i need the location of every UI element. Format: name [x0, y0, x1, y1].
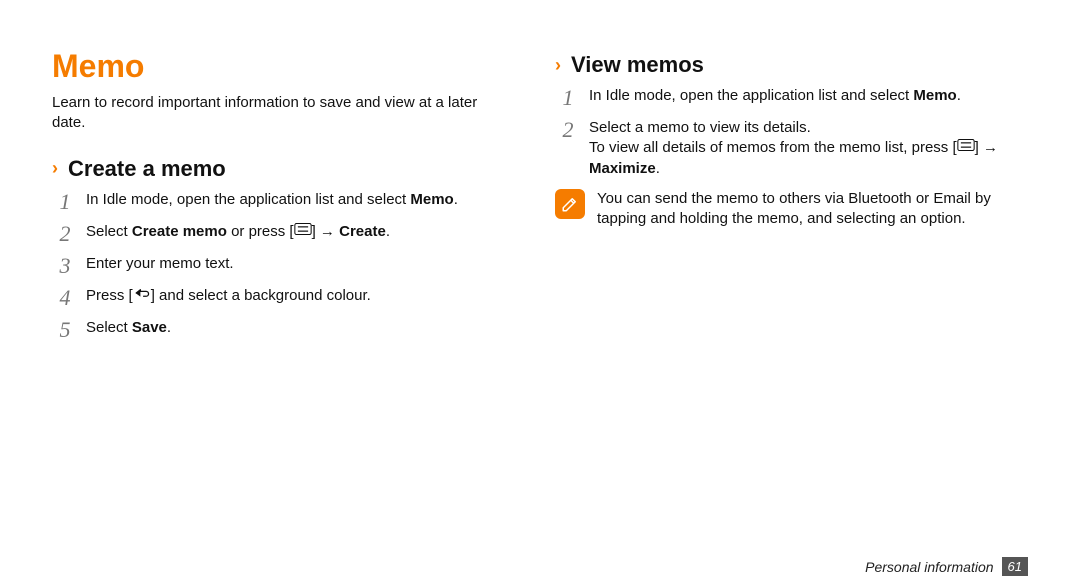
page: Memo Learn to record important informati…	[0, 0, 1080, 586]
note-text: You can send the memo to others via Blue…	[597, 189, 997, 230]
subheading-view: › View memos	[555, 52, 1028, 78]
step-number: 1	[56, 191, 74, 213]
step-body: In Idle mode, open the application list …	[589, 86, 961, 106]
step-text: ] →	[975, 139, 998, 156]
step-number: 5	[56, 319, 74, 341]
step-body: Select Save.	[86, 318, 171, 338]
step-text: .	[167, 319, 171, 336]
footer-page-number: 61	[1002, 557, 1028, 576]
step-text: Select	[86, 223, 132, 240]
step-3: 3 Enter your memo text.	[56, 254, 525, 276]
step-number: 2	[56, 223, 74, 245]
step-text: To view all details of memos from the me…	[589, 139, 957, 156]
subheading-label: View memos	[571, 52, 704, 78]
right-column: › View memos 1 In Idle mode, open the ap…	[555, 48, 1028, 586]
step-text: Select a memo to view its details.	[589, 119, 811, 136]
step-text: .	[957, 87, 961, 104]
step-body: Enter your memo text.	[86, 254, 234, 274]
step-body: Select Create memo or press [ ] → Create.	[86, 222, 390, 242]
step-text: .	[656, 160, 660, 177]
step-body: Select a memo to view its details. To vi…	[589, 118, 1009, 179]
left-column: Memo Learn to record important informati…	[52, 48, 525, 586]
step-text: In Idle mode, open the application list …	[86, 191, 410, 208]
step-5: 5 Select Save.	[56, 318, 525, 340]
step-bold: Save	[132, 319, 167, 336]
step-bold: Create memo	[132, 223, 227, 240]
subheading-create: › Create a memo	[52, 156, 525, 182]
step-bold: Maximize	[589, 160, 656, 177]
menu-icon	[957, 137, 975, 157]
step-text: .	[386, 223, 390, 240]
step-text: ] and select a background colour.	[151, 287, 371, 304]
main-title: Memo	[52, 48, 525, 85]
step-body: Press [ ] and select a background colour.	[86, 286, 371, 306]
step-4: 4 Press [ ] and select a background colou…	[56, 286, 525, 308]
step-text: Select	[86, 319, 132, 336]
footer-section: Personal information	[865, 559, 993, 575]
menu-icon	[294, 221, 312, 241]
step-text: or press [	[227, 223, 294, 240]
step-number: 2	[559, 119, 577, 141]
create-steps: 1 In Idle mode, open the application lis…	[52, 190, 525, 340]
note-icon	[555, 189, 585, 219]
step-body: In Idle mode, open the application list …	[86, 190, 458, 210]
step-bold: Memo	[913, 87, 956, 104]
step-2: 2 Select Create memo or press [ ] → Creat…	[56, 222, 525, 244]
step-1: 1 In Idle mode, open the application lis…	[56, 190, 525, 212]
step-number: 1	[559, 87, 577, 109]
step-bold: Create	[339, 223, 386, 240]
step-number: 4	[56, 287, 74, 309]
chevron-icon: ›	[555, 55, 561, 76]
step-text: .	[454, 191, 458, 208]
step-text: Press [	[86, 287, 133, 304]
step-bold: Memo	[410, 191, 453, 208]
step-text: ] →	[312, 223, 340, 240]
page-footer: Personal information 61	[865, 557, 1028, 576]
note-row: You can send the memo to others via Blue…	[555, 189, 1028, 230]
step-number: 3	[56, 255, 74, 277]
subheading-label: Create a memo	[68, 156, 226, 182]
step-text: In Idle mode, open the application list …	[589, 87, 913, 104]
step-2: 2 Select a memo to view its details. To …	[559, 118, 1028, 179]
step-1: 1 In Idle mode, open the application lis…	[559, 86, 1028, 108]
intro-text: Learn to record important information to…	[52, 93, 512, 134]
back-icon	[133, 285, 151, 305]
view-steps: 1 In Idle mode, open the application lis…	[555, 86, 1028, 179]
chevron-icon: ›	[52, 158, 58, 179]
